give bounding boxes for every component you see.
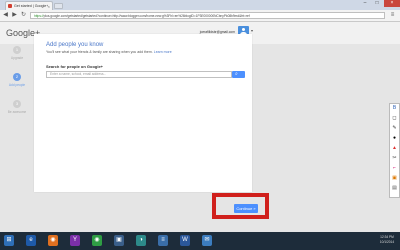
card-subtitle-text: You'll see what your friends & family ar… xyxy=(46,50,153,54)
search-icon: ⌕ xyxy=(235,71,238,77)
step-3-label: Be awesome xyxy=(7,110,27,114)
google-plus-favicon-icon xyxy=(8,4,12,8)
app-icon-6[interactable]: ◑ xyxy=(136,235,146,246)
start-icon[interactable]: ⊞ xyxy=(4,235,14,246)
step-3-circle: 3 xyxy=(13,100,21,108)
search-button[interactable]: ⌕ xyxy=(232,71,245,78)
app-icon-7[interactable]: ≡ xyxy=(158,235,168,246)
close-window-button[interactable]: × xyxy=(384,0,400,7)
minimize-button[interactable]: – xyxy=(359,0,371,7)
step-2-label: Add people xyxy=(8,83,26,87)
card-subtitle: You'll see what your friends & family ar… xyxy=(46,50,172,54)
chevron-down-icon[interactable]: ▾ xyxy=(251,28,253,33)
app-icon-5[interactable]: ▣ xyxy=(114,235,124,246)
line-tool-icon[interactable]: ⌐ xyxy=(391,165,398,172)
fill-tool-icon[interactable]: ▣ xyxy=(391,175,398,182)
address-bar[interactable]: https://plus.google.com/getstarted/getst… xyxy=(30,12,385,19)
search-label: Search for people on Google+ xyxy=(46,64,104,69)
new-tab-button[interactable] xyxy=(54,3,63,9)
ie-icon[interactable]: e xyxy=(26,235,36,246)
clock-date: 10/1/2014 xyxy=(379,240,395,244)
pen-tool-icon[interactable]: ✎ xyxy=(391,125,398,132)
step-1-label: Upgrade xyxy=(10,56,24,60)
url-scheme: https:// xyxy=(34,14,44,18)
cut-tool-icon[interactable]: ✂ xyxy=(391,155,398,162)
grid-tool-icon[interactable]: ▤ xyxy=(391,185,398,192)
learn-more-link[interactable]: Learn more xyxy=(154,50,172,54)
chrome-icon[interactable]: ◉ xyxy=(92,235,102,246)
shape-tool-icon[interactable]: ▲ xyxy=(391,145,398,152)
firefox-icon[interactable]: ◉ xyxy=(48,235,58,246)
url-text: plus.google.com/getstarted/getstarted?co… xyxy=(43,14,250,18)
card-title: Add people you know xyxy=(46,42,104,48)
black-color-icon[interactable]: ● xyxy=(391,135,398,142)
step-1-circle: 1 xyxy=(13,46,21,54)
system-clock[interactable]: 12:34 PM 10/1/2014 xyxy=(376,235,398,245)
mail-icon[interactable]: ✉ xyxy=(202,235,212,246)
tab-title: Get started | Google+ xyxy=(14,4,48,8)
yahoo-icon[interactable]: Y xyxy=(70,235,80,246)
browser-menu-icon[interactable]: ≡ xyxy=(389,12,396,19)
avatar-head-shape xyxy=(242,28,245,31)
step-2-circle: 2 xyxy=(13,73,21,81)
tab-close-icon[interactable]: × xyxy=(48,4,50,9)
forward-icon[interactable]: ▶ xyxy=(11,12,18,19)
tool-b-icon[interactable]: B xyxy=(391,105,398,112)
browser-tab[interactable]: Get started | Google+ × xyxy=(5,1,53,10)
add-people-card xyxy=(34,34,252,192)
maximize-button[interactable]: □ xyxy=(371,0,383,7)
rectangle-tool-icon[interactable]: ◻ xyxy=(391,115,398,122)
reload-icon[interactable]: ↻ xyxy=(20,12,27,19)
word-icon[interactable]: W xyxy=(180,235,190,246)
red-highlight-box xyxy=(212,193,269,219)
people-search-input[interactable]: Enter a name, school, email address... xyxy=(46,71,232,78)
windows-taskbar xyxy=(0,232,400,250)
back-icon[interactable]: ◀ xyxy=(2,12,9,19)
